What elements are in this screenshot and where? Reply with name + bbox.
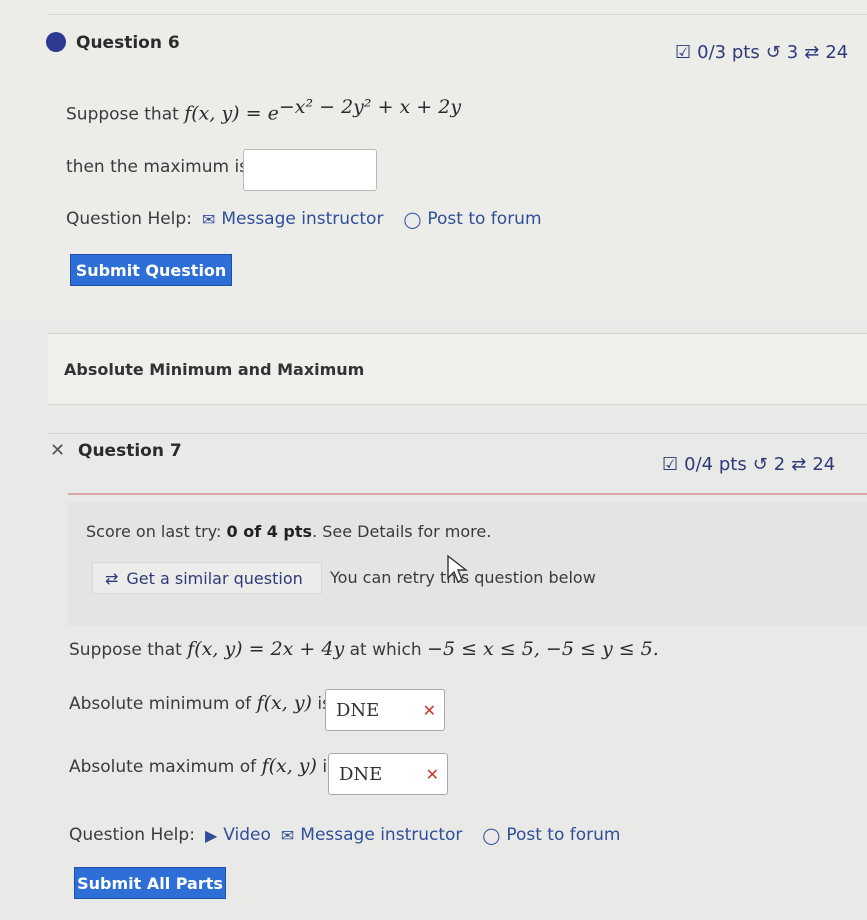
- message-instructor-label: Message instructor: [300, 825, 463, 845]
- min-label-prefix: Absolute minimum of: [69, 694, 252, 714]
- post-to-forum-label: Post to forum: [506, 825, 621, 845]
- max-label-prefix: Absolute maximum of: [69, 757, 257, 777]
- section-heading-panel: Absolute Minimum and Maximum: [48, 333, 867, 405]
- similar-question-button[interactable]: ⇄ Get a similar question: [92, 562, 322, 594]
- versions-icon: ⇄: [791, 454, 807, 475]
- retry-icon: ↺: [752, 454, 768, 475]
- absolute-minimum-input[interactable]: DNE ✕: [325, 689, 445, 731]
- maximum-label: Absolute maximum of f(x, y) is: [69, 755, 336, 777]
- video-label: Video: [223, 825, 271, 845]
- incorrect-mark-icon: ✕: [425, 764, 439, 784]
- points-text: 0/4 pts: [684, 454, 747, 475]
- video-icon: ▶: [204, 825, 218, 845]
- score-summary: Score on last try: 0 of 4 pts. See Detai…: [86, 522, 491, 541]
- speech-bubble-icon: ◯: [403, 209, 422, 229]
- help-label: Question Help:: [69, 825, 195, 845]
- message-instructor-label: Message instructor: [221, 209, 384, 229]
- incorrect-divider: [68, 493, 867, 495]
- answer-label: then the maximum is: [66, 157, 249, 177]
- post-to-forum-link[interactable]: ◯ Post to forum: [403, 209, 541, 229]
- current-question-dot-icon: [46, 32, 66, 52]
- function-lhs: f(x, y) = e: [184, 102, 279, 125]
- versions-icon: ⇄: [804, 42, 820, 63]
- function-expression: f(x, y) = 2x + 4y: [187, 638, 345, 660]
- minimum-value: DNE: [336, 699, 380, 721]
- question-6-panel: Question 6 ☑ 0/3 pts ↺ 3 ⇄ 24 Suppose th…: [0, 0, 867, 320]
- minimum-label: Absolute minimum of f(x, y) is: [69, 692, 331, 714]
- absolute-maximum-input[interactable]: DNE ✕: [328, 753, 448, 795]
- question-6-help: Question Help: ✉ Message instructor ◯ Po…: [66, 209, 542, 229]
- max-label-function: f(x, y): [261, 755, 317, 777]
- question-7-title: Question 7: [78, 441, 182, 461]
- post-to-forum-label: Post to forum: [427, 209, 542, 229]
- similar-question-label: Get a similar question: [126, 568, 303, 588]
- message-instructor-link[interactable]: ✉ Message instructor: [281, 825, 463, 845]
- checkbox-icon: ☑: [675, 42, 692, 63]
- domain-constraints: −5 ≤ x ≤ 5, −5 ≤ y ≤ 5.: [427, 638, 659, 660]
- incorrect-x-icon: ✕: [50, 440, 66, 461]
- versions-icon: ⇄: [105, 568, 119, 588]
- maximum-answer-input[interactable]: [243, 149, 377, 191]
- question-6-points: ☑ 0/3 pts ↺ 3 ⇄ 24: [675, 42, 848, 63]
- question-7-prompt: Suppose that f(x, y) = 2x + 4y at which …: [69, 638, 659, 660]
- help-label: Question Help:: [66, 209, 192, 229]
- mouse-cursor-icon: [447, 554, 469, 583]
- submit-question-button[interactable]: Submit Question: [70, 254, 232, 286]
- versions-count: 24: [812, 454, 836, 475]
- score-prefix: Score on last try:: [86, 522, 222, 541]
- video-link[interactable]: ▶ Video: [205, 825, 271, 845]
- min-label-function: f(x, y): [256, 692, 312, 714]
- section-divider: [48, 433, 867, 434]
- function-exponent: −x² − 2y² + x + 2y: [278, 96, 462, 118]
- envelope-icon: ✉: [201, 209, 216, 229]
- checkbox-icon: ☑: [662, 454, 679, 475]
- points-text: 0/3 pts: [697, 42, 760, 63]
- envelope-icon: ✉: [280, 825, 295, 845]
- score-suffix: . See Details for more.: [312, 522, 492, 541]
- question-7-points: ☑ 0/4 pts ↺ 2 ⇄ 24: [662, 454, 835, 475]
- maximum-value: DNE: [339, 763, 383, 785]
- question-6-prompt: Suppose that f(x, y) = e−x² − 2y² + x + …: [66, 96, 461, 125]
- submit-all-parts-button[interactable]: Submit All Parts: [74, 867, 226, 899]
- versions-count: 24: [825, 42, 849, 63]
- incorrect-mark-icon: ✕: [422, 700, 436, 720]
- score-value: 0 of 4 pts: [226, 522, 313, 541]
- question-7-help: Question Help: ▶ Video ✉ Message instruc…: [69, 825, 620, 845]
- retries-count: 3: [786, 42, 799, 63]
- retries-count: 2: [773, 454, 786, 475]
- prompt-prefix: Suppose that: [69, 640, 182, 660]
- post-to-forum-link[interactable]: ◯ Post to forum: [482, 825, 620, 845]
- speech-bubble-icon: ◯: [482, 825, 501, 845]
- top-divider: [48, 14, 867, 15]
- prompt-prefix: Suppose that: [66, 104, 179, 125]
- message-instructor-link[interactable]: ✉ Message instructor: [202, 209, 384, 229]
- section-title: Absolute Minimum and Maximum: [64, 360, 365, 379]
- question-6-title: Question 6: [76, 33, 180, 53]
- prompt-mid: at which: [349, 640, 422, 660]
- retry-icon: ↺: [765, 42, 781, 63]
